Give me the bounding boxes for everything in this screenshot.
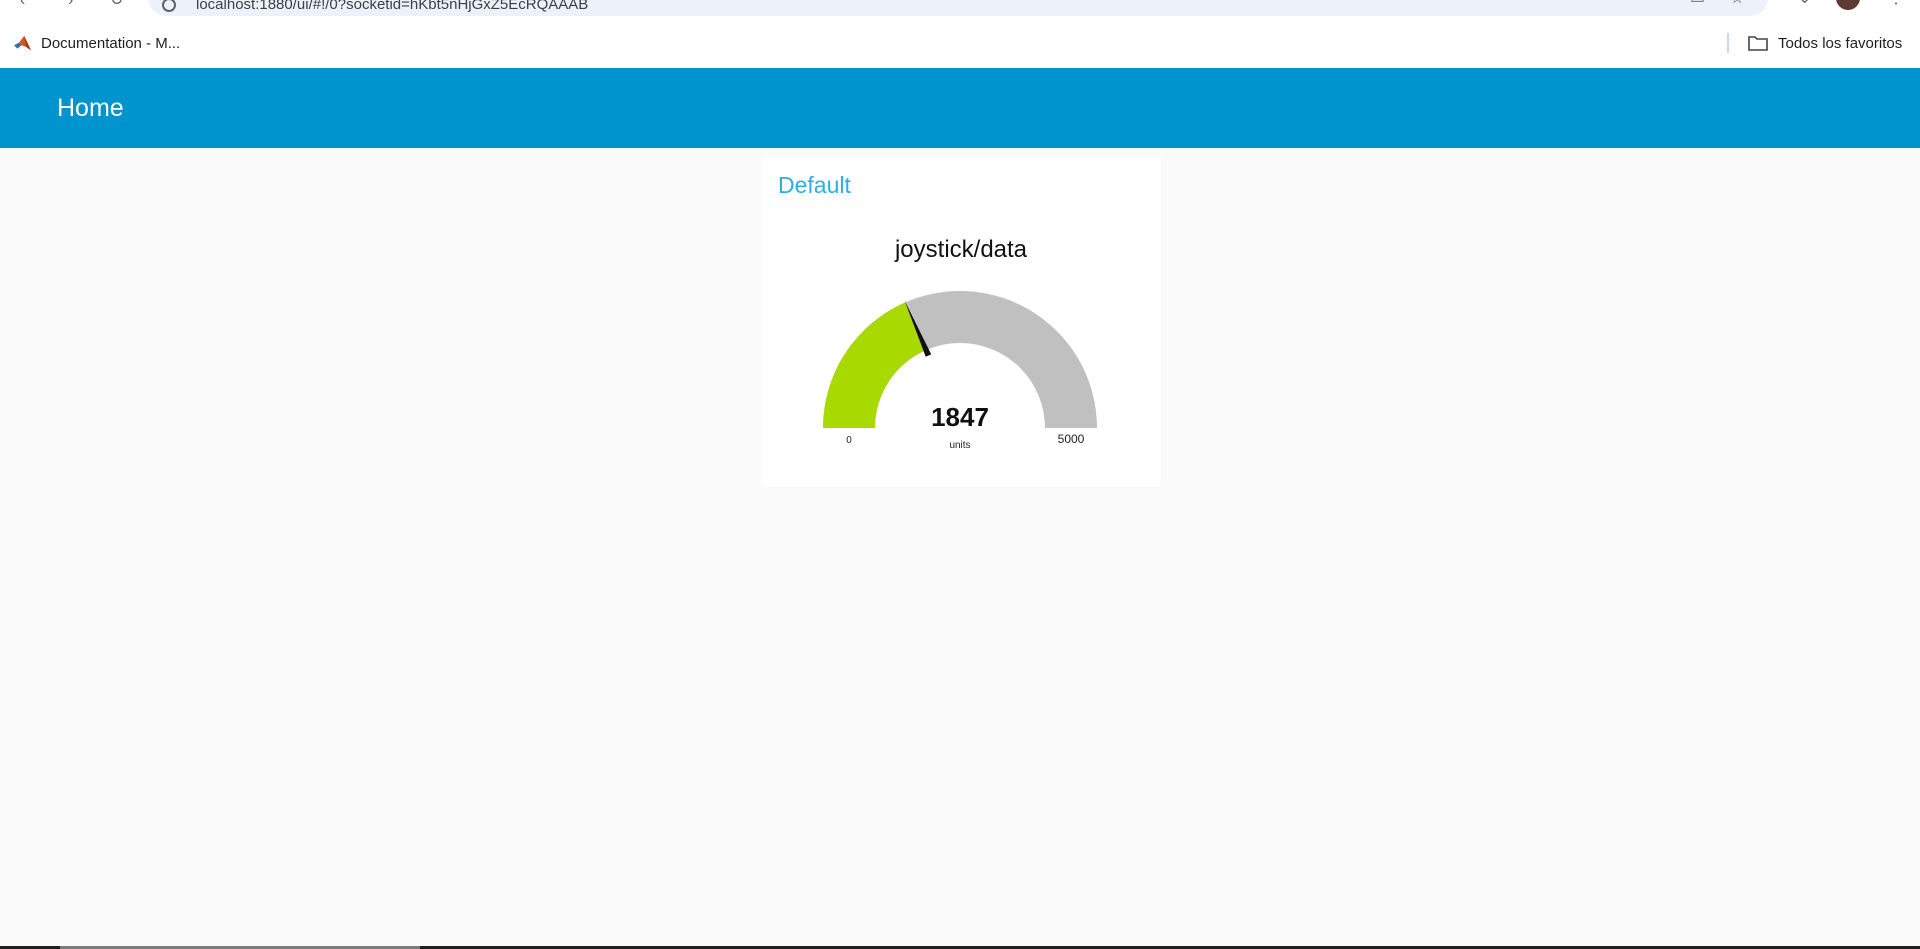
bookmark-documentation[interactable]: Documentation - M...	[14, 32, 180, 54]
all-bookmarks-button[interactable]: Todos los favoritos	[1748, 32, 1902, 54]
matlab-logo-icon	[14, 35, 31, 50]
back-icon[interactable]: ‹	[20, 0, 25, 9]
address-url[interactable]: localhost:1880/ui/#!/0?socketid=hKbt5nHj…	[196, 0, 588, 13]
browser-toolbar: ‹ › ↻ localhost:1880/ui/#!/0?socketid=hK…	[0, 0, 1920, 22]
bookmark-label: Documentation - M...	[41, 34, 181, 52]
all-bookmarks-label: Todos los favoritos	[1778, 34, 1903, 52]
chevron-down-icon[interactable]: ⌄	[1798, 0, 1818, 8]
address-bar[interactable]: localhost:1880/ui/#!/0?socketid=hKbt5nHj…	[148, 0, 1768, 16]
gauge-fill	[823, 302, 927, 428]
page-title: Home	[57, 94, 124, 122]
gauge-value: 1847	[931, 402, 989, 432]
profile-avatar[interactable]	[1836, 0, 1860, 10]
menu-icon[interactable]: ⋮	[1888, 0, 1908, 8]
gauge-units: units	[949, 440, 970, 451]
bookmarks-divider	[1727, 33, 1729, 53]
reload-icon[interactable]: ↻	[110, 0, 123, 9]
bookmarks-bar: Documentation - M... Todos los favoritos	[0, 22, 1920, 68]
install-app-icon[interactable]: ▭	[1690, 0, 1710, 8]
dashboard-header: Home	[0, 68, 1920, 148]
gauge: 1847 units 0 5000	[823, 291, 1097, 451]
site-info-icon[interactable]	[162, 0, 176, 12]
gauge-max-label: 5000	[1058, 432, 1085, 446]
group-card: Default joystick/data 1847 units 0 5000	[761, 156, 1161, 487]
folder-icon	[1748, 36, 1768, 51]
bookmark-star-icon[interactable]: ☆	[1730, 0, 1750, 8]
gauge-min-label: 0	[846, 435, 852, 446]
forward-icon[interactable]: ›	[68, 0, 73, 9]
